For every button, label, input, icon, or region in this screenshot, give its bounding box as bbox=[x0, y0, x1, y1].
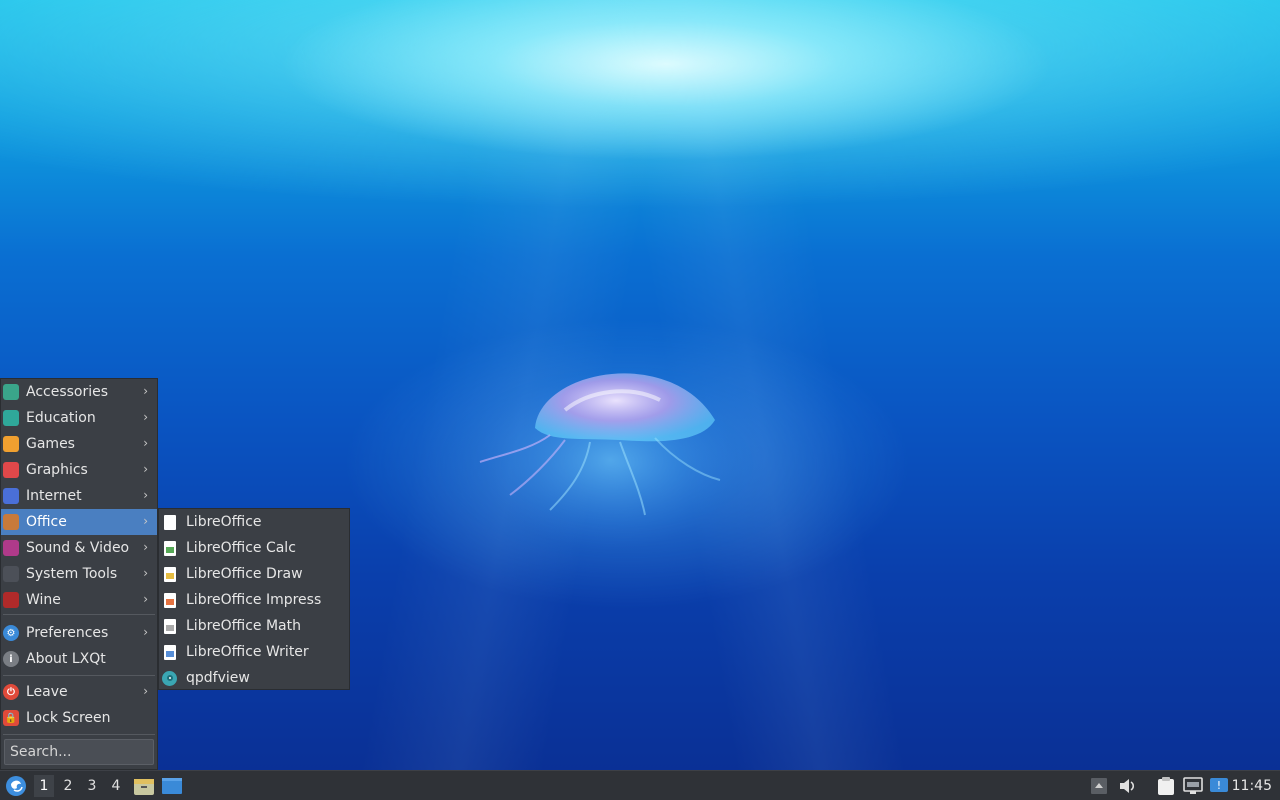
chevron-right-icon: › bbox=[143, 592, 148, 606]
workspace-4-button[interactable]: 4 bbox=[106, 775, 126, 797]
clipboard-icon[interactable] bbox=[1155, 776, 1177, 796]
office-submenu: LibreOffice LibreOffice Calc LibreOffice D… bbox=[158, 508, 350, 690]
chevron-right-icon: › bbox=[143, 625, 148, 639]
clock[interactable]: 11:45 bbox=[1232, 771, 1272, 800]
lock-icon: 🔒 bbox=[3, 710, 19, 726]
games-icon bbox=[3, 436, 19, 452]
lxqt-logo-icon bbox=[6, 776, 26, 796]
submenu-item-label: qpdfview bbox=[186, 670, 250, 686]
menu-item-office[interactable]: Office › bbox=[1, 509, 157, 535]
menu-item-lock-screen[interactable]: 🔒 Lock Screen bbox=[1, 705, 157, 731]
menu-separator bbox=[3, 675, 155, 676]
taskbar-panel: 1 2 3 4 ! 11:45 bbox=[0, 770, 1280, 800]
libreoffice-impress-icon bbox=[164, 592, 176, 608]
education-icon bbox=[3, 410, 19, 426]
chevron-right-icon: › bbox=[143, 684, 148, 698]
submenu-item-label: LibreOffice Calc bbox=[186, 540, 296, 556]
office-icon bbox=[3, 514, 19, 530]
submenu-item-label: LibreOffice Writer bbox=[186, 644, 309, 660]
workspace-2-button[interactable]: 2 bbox=[58, 775, 78, 797]
menu-item-label: Games bbox=[26, 436, 75, 452]
menu-item-label: Preferences bbox=[26, 625, 109, 641]
menu-item-games[interactable]: Games › bbox=[1, 431, 157, 457]
menu-item-education[interactable]: Education › bbox=[1, 405, 157, 431]
menu-item-internet[interactable]: Internet › bbox=[1, 483, 157, 509]
chevron-right-icon: › bbox=[143, 384, 148, 398]
libreoffice-writer-icon bbox=[164, 644, 176, 660]
application-menu: Wine › System Tools › Sound & Video › Office › I… bbox=[0, 378, 158, 770]
submenu-item-label: LibreOffice Draw bbox=[186, 566, 303, 582]
menu-item-preferences[interactable]: ⚙ Preferences › bbox=[1, 620, 157, 646]
submenu-item-libreoffice-writer[interactable]: LibreOffice Writer bbox=[159, 639, 349, 665]
menu-item-graphics[interactable]: Graphics › bbox=[1, 457, 157, 483]
svg-text:!: ! bbox=[1217, 779, 1221, 792]
chevron-right-icon: › bbox=[143, 436, 148, 450]
menu-item-wine[interactable]: Wine › bbox=[1, 587, 157, 613]
tray-expand-icon[interactable] bbox=[1090, 776, 1108, 796]
sound-video-icon bbox=[3, 540, 19, 556]
libreoffice-calc-icon bbox=[164, 540, 176, 556]
info-icon: i bbox=[3, 651, 19, 667]
menu-item-label: Lock Screen bbox=[26, 710, 111, 726]
menu-item-label: Internet bbox=[26, 488, 82, 504]
chevron-right-icon: › bbox=[143, 488, 148, 502]
libreoffice-icon bbox=[164, 514, 176, 530]
wine-icon bbox=[3, 592, 19, 608]
menu-item-label: Sound & Video bbox=[26, 540, 130, 556]
menu-item-sound-video[interactable]: Sound & Video › bbox=[1, 535, 157, 561]
volume-icon[interactable] bbox=[1117, 776, 1139, 796]
menu-item-label: Leave bbox=[26, 684, 68, 700]
file-manager-launcher-icon[interactable] bbox=[133, 776, 155, 796]
menu-item-about-lxqt[interactable]: i About LXQt bbox=[1, 646, 157, 672]
libreoffice-draw-icon bbox=[164, 566, 176, 582]
start-menu-button[interactable] bbox=[4, 774, 28, 798]
menu-item-leave[interactable]: ⏻ Leave › bbox=[1, 679, 157, 705]
chevron-right-icon: › bbox=[143, 462, 148, 476]
menu-search-input[interactable] bbox=[4, 739, 154, 765]
power-icon: ⏻ bbox=[3, 684, 19, 700]
menu-item-label: Office bbox=[26, 514, 67, 530]
menu-separator bbox=[3, 734, 155, 735]
jellyfish-wallpaper-image bbox=[479, 370, 740, 550]
chevron-right-icon: › bbox=[143, 410, 148, 424]
preferences-icon: ⚙ bbox=[3, 625, 19, 641]
accessories-icon bbox=[3, 384, 19, 400]
graphics-icon bbox=[3, 462, 19, 478]
network-icon[interactable] bbox=[1182, 776, 1204, 796]
show-desktop-icon[interactable] bbox=[161, 776, 183, 796]
menu-item-label: System Tools bbox=[26, 566, 118, 582]
submenu-item-libreoffice[interactable]: LibreOffice bbox=[159, 509, 349, 535]
menu-item-system-tools[interactable]: System Tools › bbox=[1, 561, 157, 587]
chevron-right-icon: › bbox=[143, 566, 148, 580]
submenu-item-libreoffice-impress[interactable]: LibreOffice Impress bbox=[159, 587, 349, 613]
menu-item-label: Education bbox=[26, 410, 96, 426]
menu-item-label: About LXQt bbox=[26, 651, 106, 667]
qpdfview-icon bbox=[162, 670, 177, 686]
workspace-1-button[interactable]: 1 bbox=[34, 775, 54, 797]
submenu-item-libreoffice-draw[interactable]: LibreOffice Draw bbox=[159, 561, 349, 587]
submenu-item-libreoffice-calc[interactable]: LibreOffice Calc bbox=[159, 535, 349, 561]
workspace-3-button[interactable]: 3 bbox=[82, 775, 102, 797]
submenu-item-label: LibreOffice bbox=[186, 514, 262, 530]
menu-item-label: Wine bbox=[26, 592, 61, 608]
internet-icon bbox=[3, 488, 19, 504]
submenu-item-libreoffice-math[interactable]: LibreOffice Math bbox=[159, 613, 349, 639]
submenu-item-qpdfview[interactable]: qpdfview bbox=[159, 665, 349, 691]
update-notifier-icon[interactable]: ! bbox=[1208, 776, 1230, 796]
menu-item-accessories[interactable]: Accessories › bbox=[1, 379, 157, 405]
chevron-right-icon: › bbox=[143, 540, 148, 554]
chevron-right-icon: › bbox=[143, 514, 148, 528]
submenu-item-label: LibreOffice Math bbox=[186, 618, 301, 634]
menu-item-label: Graphics bbox=[26, 462, 88, 478]
system-tools-icon bbox=[3, 566, 19, 582]
submenu-item-label: LibreOffice Impress bbox=[186, 592, 322, 608]
menu-item-label: Accessories bbox=[26, 384, 109, 400]
libreoffice-math-icon bbox=[164, 618, 176, 634]
menu-separator bbox=[3, 614, 155, 615]
